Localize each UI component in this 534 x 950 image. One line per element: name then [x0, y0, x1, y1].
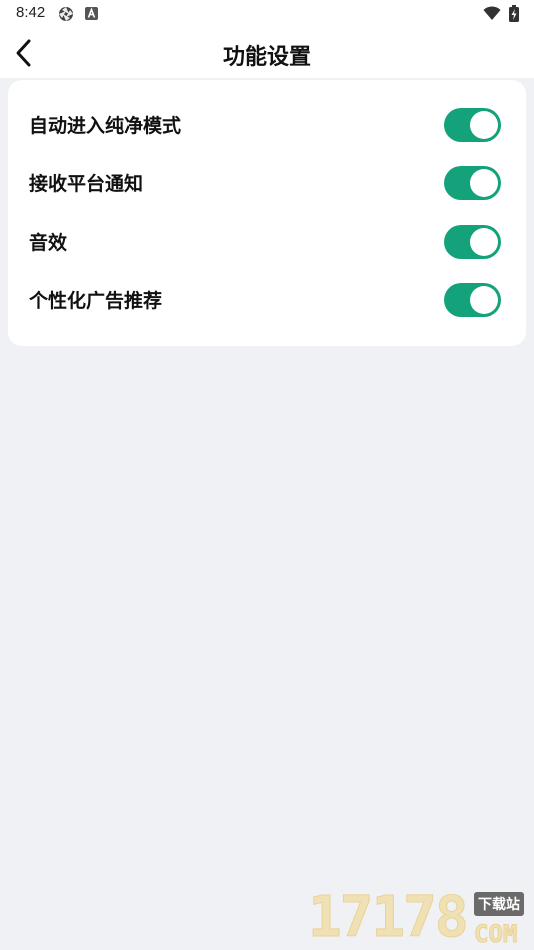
- sound-effects-toggle[interactable]: [444, 225, 501, 259]
- setting-label: 接收平台通知: [29, 173, 144, 195]
- watermark-digits: 17178: [308, 885, 470, 950]
- wifi-icon: [483, 6, 501, 20]
- watermark-suffix: COM: [473, 920, 518, 949]
- status-bar: 8:42: [0, 0, 534, 28]
- personalized-ads-toggle[interactable]: [444, 283, 501, 317]
- toggle-knob: [470, 228, 498, 256]
- page-title: 功能设置: [222, 45, 311, 70]
- aperture-icon: [59, 7, 73, 21]
- watermark-badge: 下载站: [474, 892, 524, 916]
- setting-row-pure-mode: 自动进入纯净模式: [8, 96, 526, 154]
- toggle-knob: [470, 286, 498, 314]
- toggle-knob: [470, 111, 498, 139]
- pure-mode-toggle[interactable]: [444, 108, 501, 142]
- toggle-knob: [470, 169, 498, 197]
- setting-label: 个性化广告推荐: [29, 290, 163, 312]
- setting-label: 自动进入纯净模式: [29, 115, 182, 137]
- settings-card: 自动进入纯净模式 接收平台通知 音效 个性化广告推荐: [8, 80, 526, 346]
- app-a-icon: [85, 7, 98, 20]
- status-time: 8:42: [16, 4, 46, 21]
- setting-label: 音效: [29, 232, 68, 254]
- notifications-toggle[interactable]: [444, 166, 501, 200]
- setting-row-notifications: 接收平台通知: [8, 154, 526, 212]
- watermark-logo: 17178 下载站 COM: [308, 886, 534, 950]
- battery-charging-icon: [509, 5, 519, 22]
- top-bar: 功能设置: [0, 28, 534, 78]
- setting-row-sound-effects: 音效: [8, 213, 526, 271]
- setting-row-personalized-ads: 个性化广告推荐: [8, 271, 526, 329]
